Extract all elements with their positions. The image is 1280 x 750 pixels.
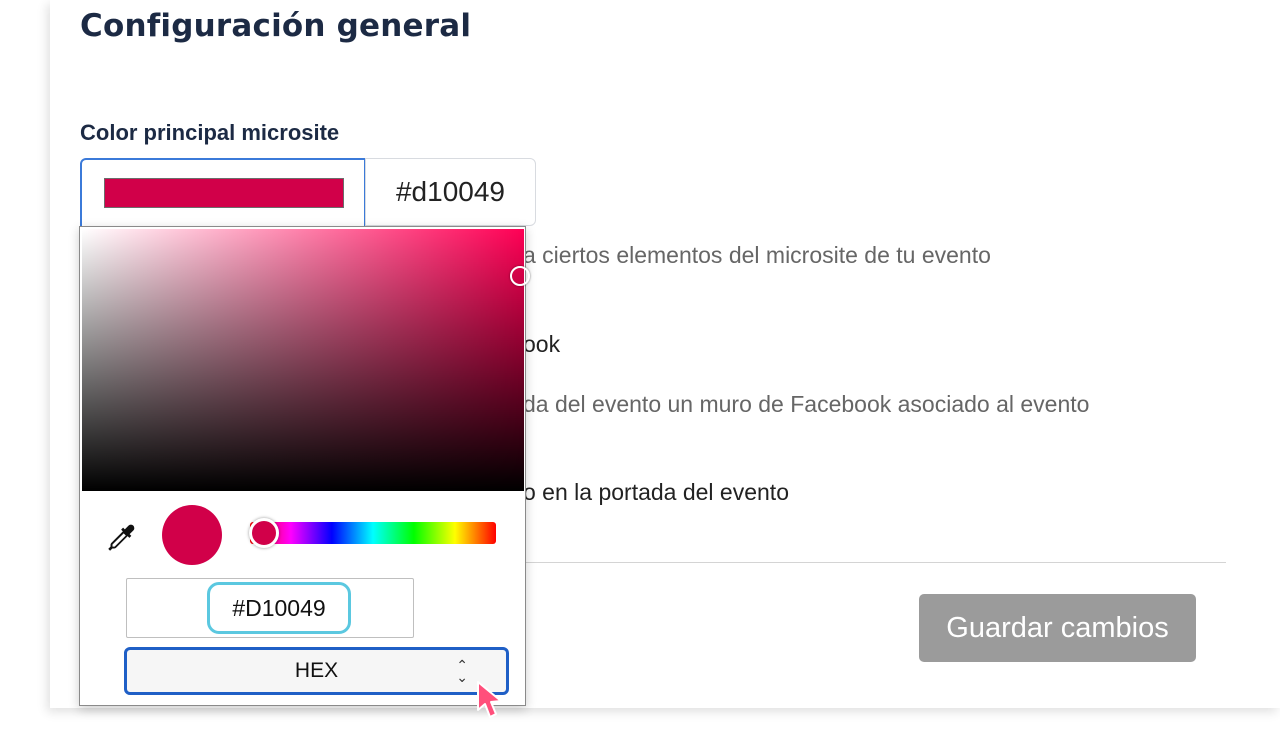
save-changes-button[interactable]: Guardar cambios (919, 594, 1196, 662)
color-mode-label: HEX (294, 659, 339, 682)
chevron-updown-icon: ⌃ ⌄ (456, 657, 468, 685)
saturation-handle[interactable] (509, 266, 530, 287)
facebook-help-text: da del evento un muro de Facebook asocia… (523, 391, 1090, 417)
color-mode-select[interactable]: HEX ⌃ ⌄ (124, 647, 509, 695)
facebook-setting-title: ook (523, 331, 561, 357)
color-hex-display[interactable]: #d10049 (365, 158, 536, 226)
hex-input-container (126, 578, 414, 638)
color-preview-circle (162, 505, 222, 565)
page-title: Configuración general (80, 8, 472, 44)
hue-slider[interactable] (248, 518, 496, 548)
saturation-value-area[interactable] (82, 229, 530, 491)
hex-input[interactable] (207, 582, 351, 634)
hue-slider-handle[interactable] (248, 518, 279, 548)
color-principal-label: Color principal microsite (80, 120, 340, 145)
color-help-text: a ciertos elementos del microsite de tu … (523, 242, 991, 268)
portada-setting-text: o en la portada del evento (523, 479, 789, 505)
divider (520, 562, 1226, 563)
mouse-cursor-icon (477, 681, 502, 718)
color-picker-popover: HEX ⌃⌄ (79, 226, 530, 706)
eyedropper-icon[interactable] (104, 521, 138, 555)
color-swatch-preview (104, 178, 344, 208)
color-swatch-button[interactable] (80, 158, 366, 226)
